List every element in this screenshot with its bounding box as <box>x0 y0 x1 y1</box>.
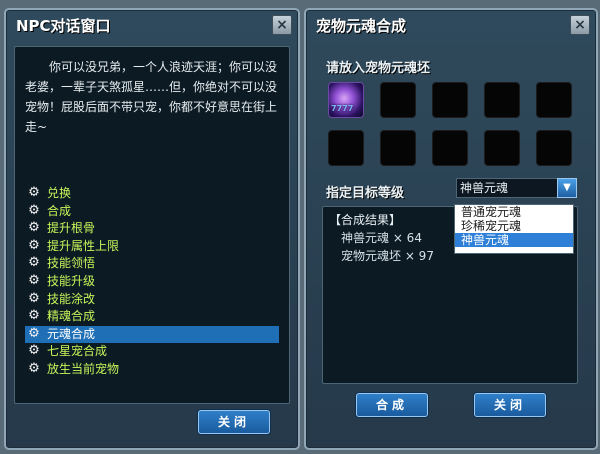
result-row: 神兽元魂 × 64 <box>341 231 422 245</box>
npc-option-label: 合成 <box>47 203 72 218</box>
gear-icon: ⚙ <box>28 202 40 218</box>
item-slot[interactable] <box>328 130 364 166</box>
item-slot[interactable] <box>484 130 520 166</box>
item-slot[interactable] <box>432 130 468 166</box>
npc-option-label: 技能领悟 <box>47 256 96 271</box>
triangle-down-icon[interactable]: ▼ <box>557 178 577 198</box>
item-slot[interactable] <box>536 130 572 166</box>
gear-icon: ⚙ <box>28 343 40 359</box>
pet-close-icon[interactable]: × <box>570 15 590 35</box>
dropdown-option[interactable]: 珍稀宠元魂 <box>455 219 573 233</box>
npc-option[interactable]: ⚙ 技能升级 <box>25 273 279 291</box>
npc-option-label: 元魂合成 <box>47 326 96 341</box>
gear-icon: ⚙ <box>28 308 40 324</box>
gear-icon: ⚙ <box>28 272 40 288</box>
npc-close-button[interactable]: 关闭 <box>198 410 270 434</box>
npc-option-label: 精魂合成 <box>47 309 96 324</box>
target-level-value: 神兽元魂 <box>460 181 509 195</box>
npc-option[interactable]: ⚙ 合成 <box>25 203 279 221</box>
npc-option-label: 七星宠合成 <box>47 344 108 359</box>
npc-dialog-text: 你可以没兄弟，一个人浪迹天涯；你可以没老婆，一辈子天煞孤星……但，你绝对不可以没… <box>25 60 278 134</box>
result-header: 【合成结果】 <box>329 213 402 227</box>
pet-titlebar: 宠物元魂合成 × <box>306 10 596 40</box>
gear-icon: ⚙ <box>28 255 40 271</box>
npc-option-selected[interactable]: ⚙ 元魂合成 <box>25 325 279 344</box>
item-slot[interactable] <box>380 130 416 166</box>
target-level-label: 指定目标等级 <box>326 186 405 201</box>
gear-icon: ⚙ <box>28 360 40 376</box>
result-row: 宠物元魂坯 × 97 <box>341 249 434 263</box>
dropdown-option[interactable]: 普通宠元魂 <box>455 205 573 219</box>
target-level-select[interactable]: 神兽元魂 ▼ <box>456 178 577 198</box>
pet-close-button[interactable]: 关闭 <box>474 393 546 417</box>
item-slot[interactable] <box>380 82 416 118</box>
npc-option-label: 技能升级 <box>47 273 96 288</box>
npc-option[interactable]: ⚙ 兑换 <box>25 185 279 203</box>
npc-window-title: NPC对话窗口 <box>16 17 111 35</box>
target-level-dropdown: 普通宠元魂 珍稀宠元魂 神兽元魂 <box>454 204 574 254</box>
npc-option[interactable]: ⚙ 提升根骨 <box>25 220 279 238</box>
item-slot-filled[interactable]: 7777 <box>328 82 364 118</box>
npc-option[interactable]: ⚙ 七星宠合成 <box>25 343 279 361</box>
dropdown-option-selected[interactable]: 神兽元魂 <box>455 233 573 247</box>
item-slot[interactable] <box>432 82 468 118</box>
npc-option-label: 提升属性上限 <box>47 238 120 253</box>
npc-option-label: 放生当前宠物 <box>47 361 120 376</box>
gear-icon: ⚙ <box>28 290 40 306</box>
gear-icon: ⚙ <box>28 185 40 200</box>
pet-soul-synthesis-window: 宠物元魂合成 × 请放入宠物元魂坯 7777 指定目标等级 神兽元魂 ▼ 【合成… <box>304 8 598 450</box>
item-slot[interactable] <box>536 82 572 118</box>
npc-option-label: 技能涂改 <box>47 291 96 306</box>
npc-option-label: 提升根骨 <box>47 221 96 236</box>
gear-icon: ⚙ <box>28 237 40 253</box>
item-slot[interactable] <box>484 82 520 118</box>
compose-button[interactable]: 合成 <box>356 393 428 417</box>
npc-dialog-content: 你可以没兄弟，一个人浪迹天涯；你可以没老婆，一辈子天煞孤星……但，你绝对不可以没… <box>14 46 290 404</box>
slot-item-count: 7777 <box>331 104 354 113</box>
npc-dialog-window: NPC对话窗口 × 你可以没兄弟，一个人浪迹天涯；你可以没老婆，一辈子天煞孤星…… <box>4 8 300 450</box>
npc-option-list: ⚙ 兑换 ⚙ 合成 ⚙ 提升根骨 ⚙ 提升属性上限 ⚙ 技能领悟 ⚙ 技能升级 <box>25 185 279 379</box>
slots-label: 请放入宠物元魂坯 <box>326 61 431 76</box>
pet-window-title: 宠物元魂合成 <box>316 17 407 35</box>
gear-icon: ⚙ <box>28 220 40 236</box>
npc-titlebar: NPC对话窗口 × <box>6 10 298 40</box>
npc-option[interactable]: ⚙ 精魂合成 <box>25 308 279 326</box>
npc-option-label: 兑换 <box>47 186 72 200</box>
npc-option[interactable]: ⚙ 放生当前宠物 <box>25 361 279 379</box>
npc-option[interactable]: ⚙ 提升属性上限 <box>25 238 279 256</box>
npc-option[interactable]: ⚙ 技能涂改 <box>25 291 279 309</box>
gear-icon: ⚙ <box>28 325 40 341</box>
npc-close-icon[interactable]: × <box>272 15 292 35</box>
npc-option[interactable]: ⚙ 技能领悟 <box>25 255 279 273</box>
